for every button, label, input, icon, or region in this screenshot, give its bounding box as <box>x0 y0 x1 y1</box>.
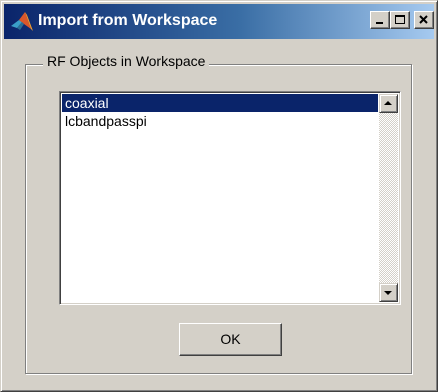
ok-button[interactable]: OK <box>179 323 282 356</box>
close-icon <box>419 15 428 24</box>
scroll-up-button[interactable] <box>379 94 398 113</box>
minimize-button[interactable] <box>370 11 390 29</box>
close-button[interactable] <box>414 11 434 29</box>
maximize-icon <box>395 15 405 24</box>
minimize-icon <box>376 22 383 24</box>
matlab-logo-icon <box>10 11 34 33</box>
arrow-up-icon <box>384 101 392 105</box>
list-item[interactable]: lcbandpasspi <box>62 112 378 130</box>
arrow-down-icon <box>384 291 392 295</box>
scroll-down-button[interactable] <box>379 283 398 302</box>
group-label: RF Objects in Workspace <box>43 53 210 69</box>
title-bar[interactable]: Import from Workspace <box>4 4 434 39</box>
workspace-objects-list[interactable]: coaxial lcbandpasspi <box>59 91 401 305</box>
vertical-scrollbar[interactable] <box>379 94 398 302</box>
list-item[interactable]: coaxial <box>62 94 378 112</box>
window-title: Import from Workspace <box>38 12 218 29</box>
maximize-button[interactable] <box>390 11 410 29</box>
import-dialog: Import from Workspace RF Objects in Work… <box>0 0 438 392</box>
